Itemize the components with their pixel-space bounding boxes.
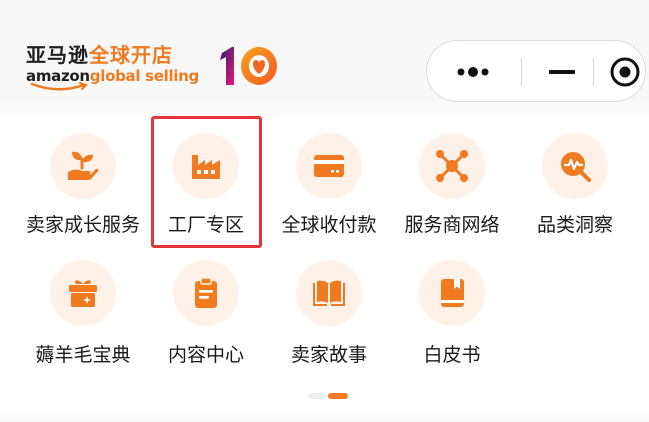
header-bar: 亚马逊全球开店 amazonglobal selling [0,0,649,116]
bottom-edge [0,410,649,422]
grid-item-service-network[interactable]: 服务商网络 [390,133,514,253]
grid-item-seller-stories[interactable]: 卖家故事 [267,260,391,380]
amazon-global-selling-logo: 亚马逊全球开店 amazonglobal selling [26,44,199,91]
anniversary-10-badge [220,47,277,85]
logo-cn: 亚马逊全球开店 [26,44,199,66]
icon-circle [173,260,239,326]
grid-item-content-center[interactable]: 内容中心 [144,260,268,380]
more-dots-icon[interactable] [455,60,495,84]
minimize-icon[interactable] [547,61,577,83]
icon-circle [542,133,608,199]
grid-item-global-payments[interactable]: 全球收付款 [267,133,391,253]
card-icon [314,155,344,177]
insight-search-icon [561,152,591,182]
open-book-icon [313,280,345,306]
logo-cn-part1: 亚马逊 [26,43,89,67]
icon-circle [296,133,362,199]
capsule-divider [593,58,594,86]
grid-item-category-insights[interactable]: 品类洞察 [513,133,637,253]
page-dot-inactive[interactable] [308,393,326,399]
mini-program-capsule [426,40,646,102]
factory-highlight-box [151,116,262,248]
icon-circle [419,133,485,199]
logo-en-part2: global selling [89,67,199,85]
icon-circle [296,260,362,326]
icon-circle [50,133,116,199]
grid-item-label: 品类洞察 [536,214,613,236]
grid-item-white-paper[interactable]: 白皮书 [390,260,514,380]
gift-box-icon [69,280,97,307]
capsule-divider [521,58,522,86]
seedling-hand-icon [68,151,99,180]
logo-cn-part2: 全球开店 [89,43,173,67]
page-dot-active[interactable] [328,393,348,399]
icon-circle [50,260,116,326]
grid-item-deals-guide[interactable]: 薅羊毛宝典 [21,260,145,380]
target-circle-icon[interactable] [608,55,642,89]
book-icon [441,279,464,307]
network-icon [436,150,468,182]
grid-item-label: 白皮书 [423,344,481,366]
grid-item-seller-growth[interactable]: 卖家成长服务 [21,133,145,253]
icon-circle [419,260,485,326]
clipboard-icon [195,277,217,308]
amazon-smile-icon [30,82,88,91]
